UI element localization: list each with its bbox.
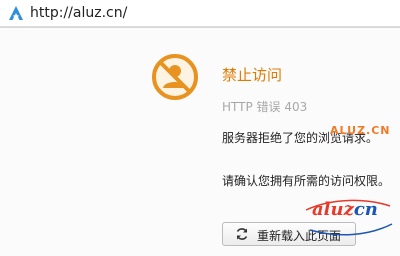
blocked-user-icon <box>152 54 198 100</box>
error-title: 禁止访问 <box>222 66 283 84</box>
aluz-a-icon <box>9 6 23 20</box>
watermark-logo-left: aluz <box>312 199 354 220</box>
watermark-logo-right: cn <box>353 199 378 220</box>
watermark-text: ALUZ.CN <box>330 124 391 137</box>
watermark-logo: aluzcn <box>302 196 394 238</box>
url-field[interactable]: http://aluz.cn/ <box>0 0 400 27</box>
error-page: 禁止访问 HTTP 错误 403 服务器拒绝了您的浏览请求。 请确认您拥有所需的… <box>0 28 400 256</box>
browser-window: http://aluz.cn/ 禁止访问 HTTP 错误 403 服务器拒绝了您… <box>0 0 400 256</box>
address-bar: http://aluz.cn/ <box>0 0 400 28</box>
watermark-logo-text: aluzcn <box>312 199 378 220</box>
refresh-icon <box>236 228 248 240</box>
error-code: HTTP 错误 403 <box>222 100 308 114</box>
url-text[interactable]: http://aluz.cn/ <box>30 5 127 21</box>
error-message-2: 请确认您拥有所需的访问权限。 <box>222 174 391 188</box>
